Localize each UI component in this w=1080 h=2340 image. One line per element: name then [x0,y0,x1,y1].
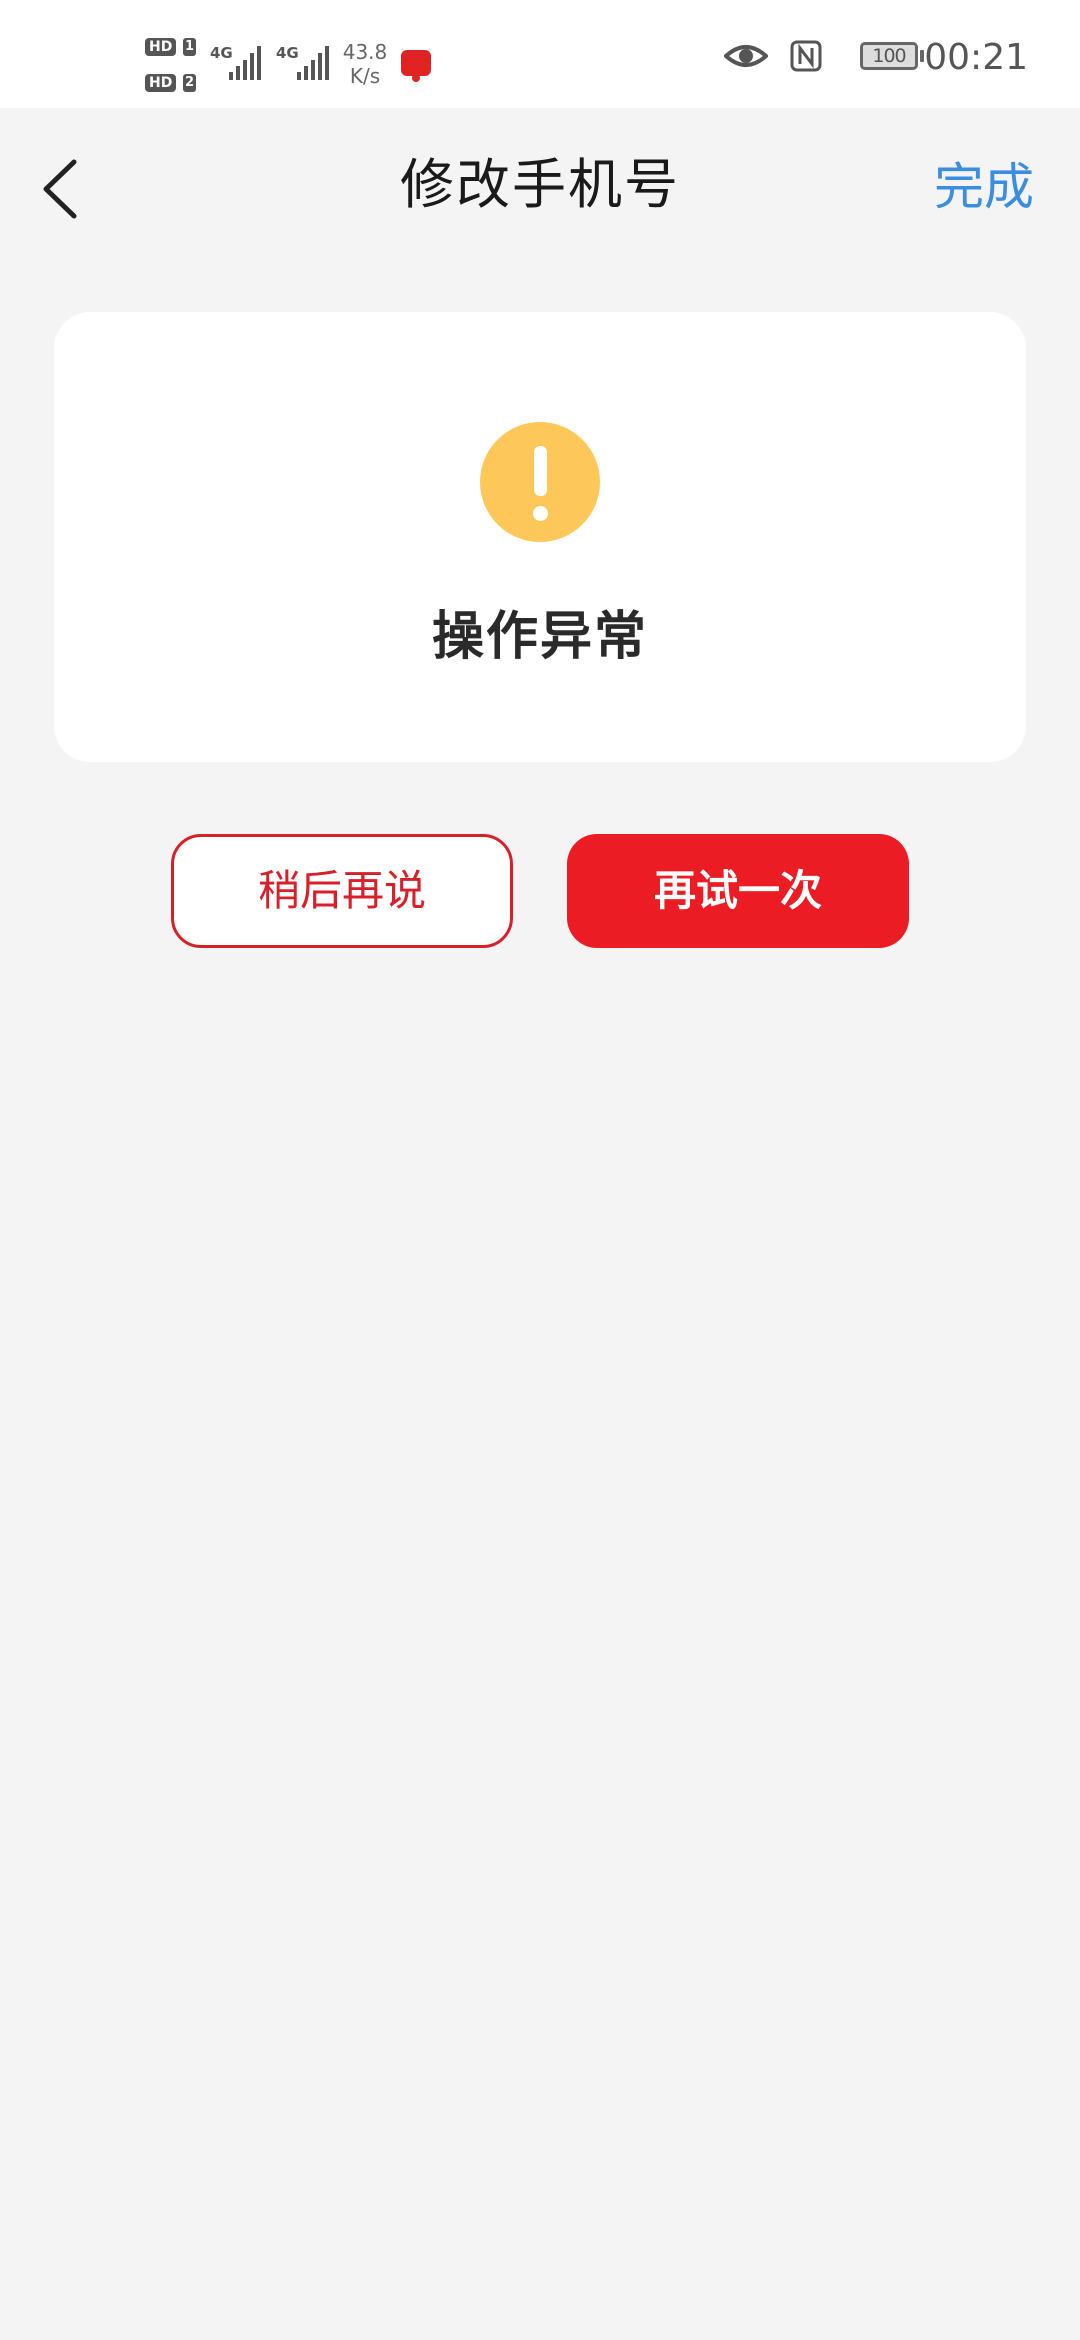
app-notification-icon [401,50,431,82]
done-button[interactable]: 完成 [934,152,1034,222]
battery-icon: 100 [860,42,918,70]
sim1-hd-badge: HD [145,38,177,56]
warning-icon-dot [533,506,548,521]
network-type-2: 4G [276,44,299,62]
later-button[interactable]: 稍后再说 [171,834,513,948]
network-speed: 43.8 K/s [335,40,395,88]
error-message: 操作异常 [431,607,648,667]
sim2-hd-badge: HD [145,74,177,92]
nfc-icon [790,40,822,72]
signal-strength-2-icon [297,46,329,80]
nav-bar: 修改手机号 完成 [0,108,1080,268]
eye-comfort-icon [724,45,768,67]
retry-button[interactable]: 再试一次 [567,834,909,948]
network-speed-unit: K/s [349,64,381,88]
page-title: 修改手机号 [400,153,680,216]
status-bar: HD 1 HD 2 4G 4G 43.8 K/s 100 00:21 [0,0,1080,108]
warning-icon [480,422,600,542]
sim1-number: 1 [183,38,196,56]
network-speed-value: 43.8 [342,40,388,64]
clock: 00:21 [924,37,1028,78]
signal-strength-1-icon [229,46,261,80]
sim2-number: 2 [183,74,196,92]
error-card: 操作异常 [54,312,1026,762]
warning-icon-bar [534,446,547,496]
